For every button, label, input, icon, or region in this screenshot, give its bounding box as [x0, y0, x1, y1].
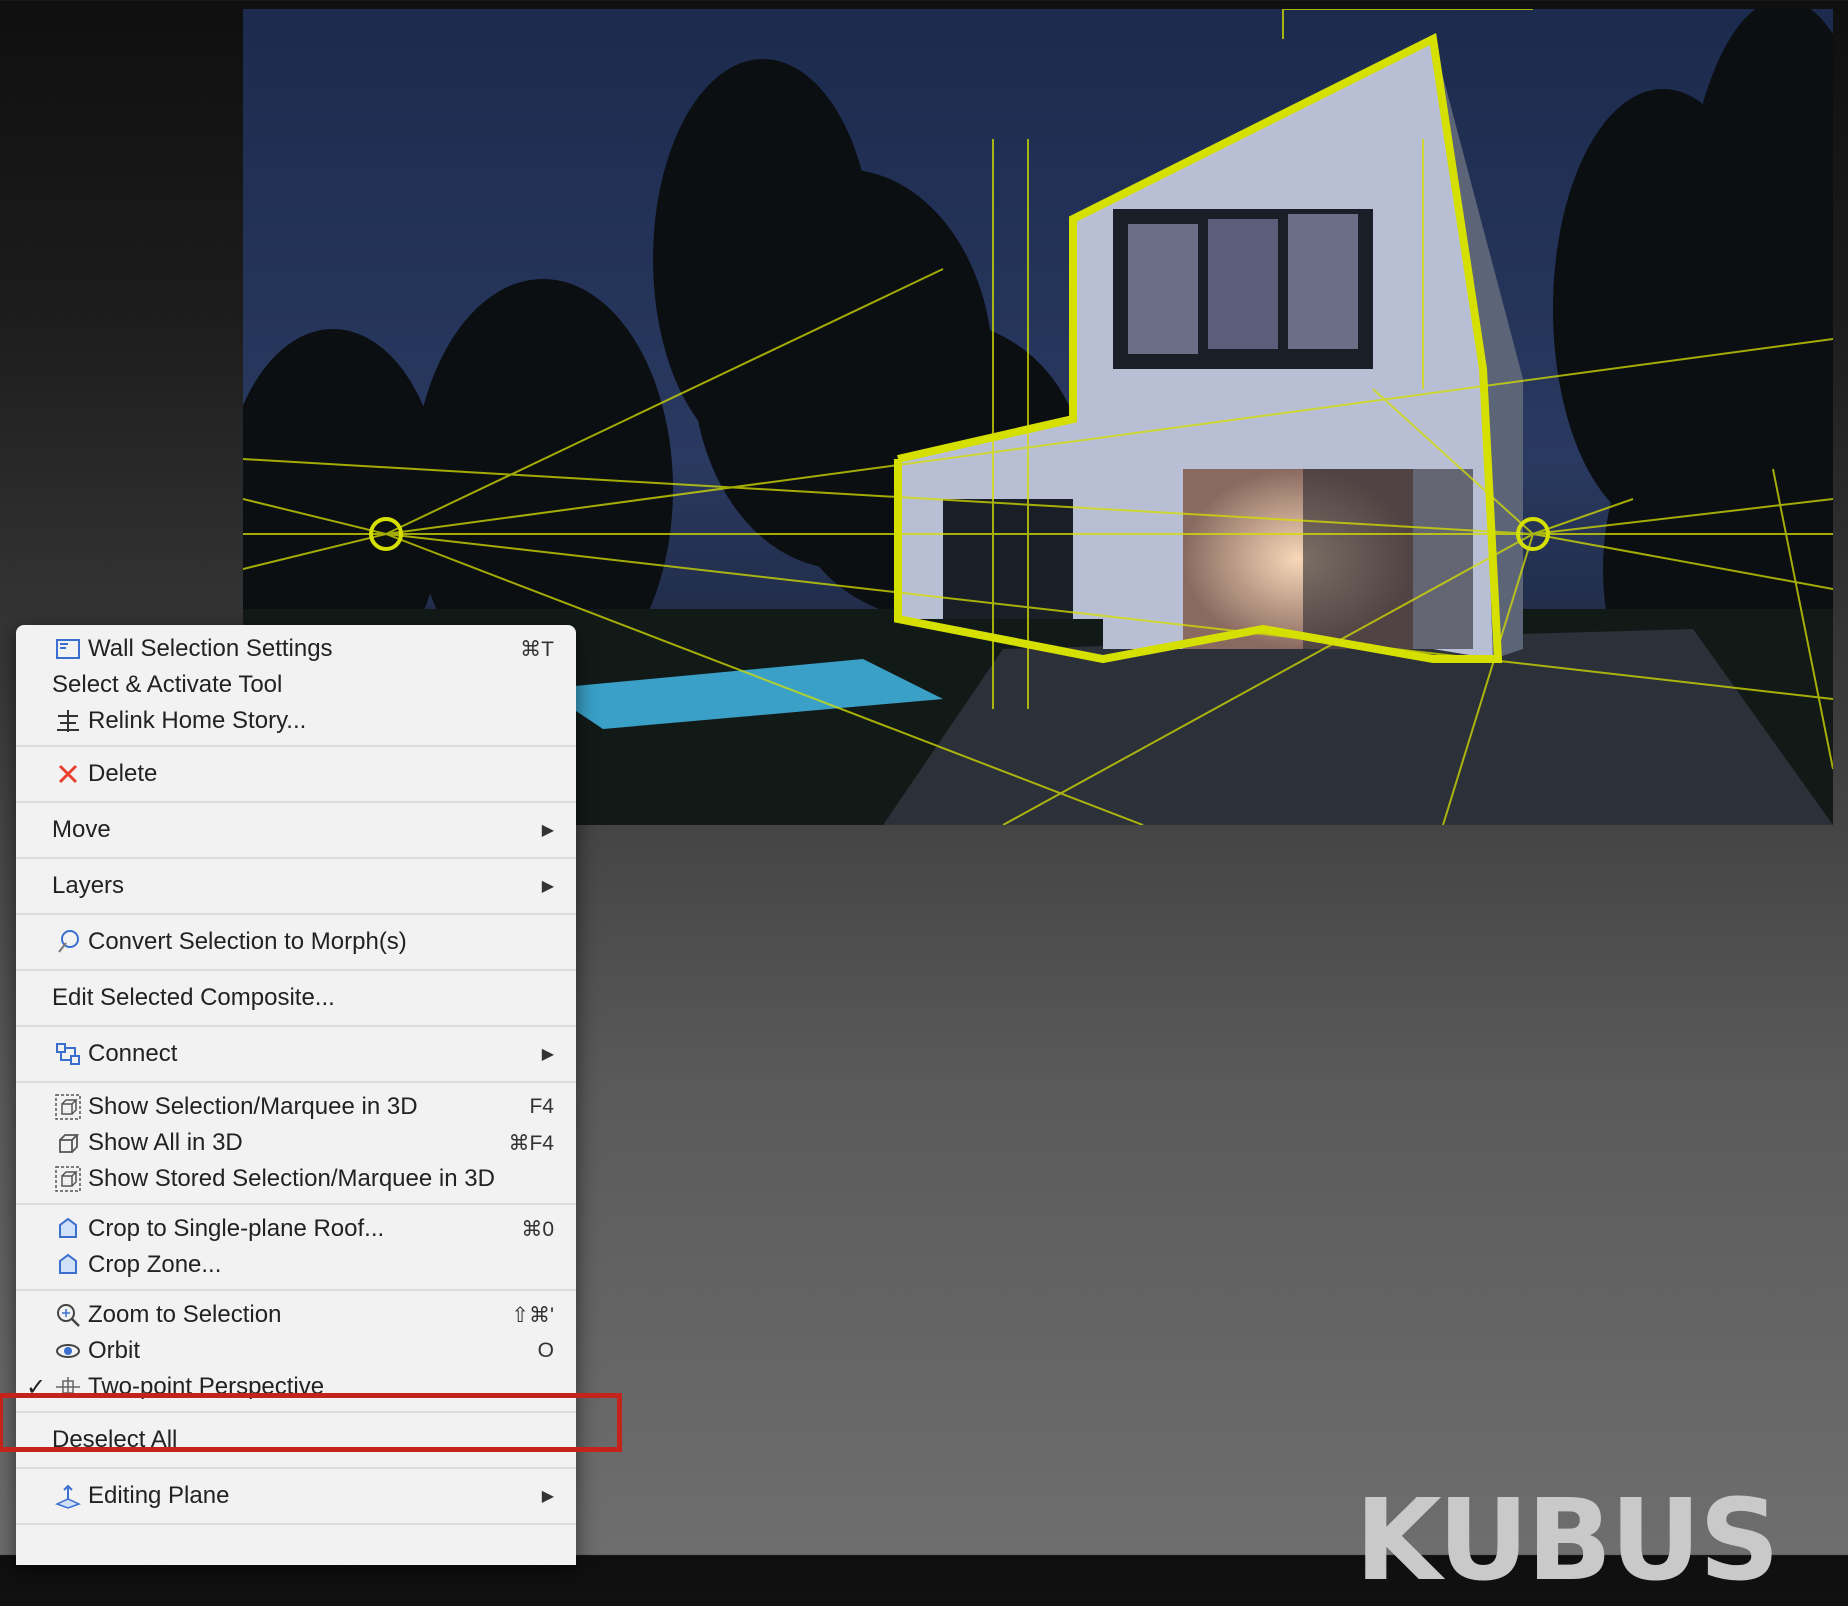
menu-group: Editing Plane ▶ — [16, 1469, 576, 1525]
menu-item-label: Editing Plane — [88, 1482, 230, 1509]
show-stored-3d-icon — [52, 1164, 84, 1194]
menu-item-label: Orbit — [88, 1337, 141, 1364]
menu-group: Wall Selection Settings ⌘T Select & Activa… — [16, 625, 576, 747]
menu-group: Connect ▶ — [16, 1027, 576, 1083]
menu-item-label: Layers — [52, 872, 125, 899]
menu-item-label: Show All in 3D — [88, 1129, 243, 1156]
crop-zone-icon — [52, 1250, 84, 1280]
menu-item-connect[interactable]: Connect ▶ — [16, 1033, 576, 1075]
menu-item-label: Move — [52, 816, 111, 843]
delete-x-icon — [52, 759, 84, 789]
menu-item-label: Crop to Single-plane Roof... — [88, 1215, 385, 1242]
crop-roof-icon — [52, 1214, 84, 1244]
submenu-arrow-icon: ▶ — [541, 878, 554, 895]
submenu-arrow-icon: ▶ — [541, 1488, 554, 1505]
menu-item-label: Show Stored Selection/Marquee in 3D — [88, 1165, 495, 1192]
menu-item-label: Wall Selection Settings — [88, 635, 333, 662]
show-selection-3d-icon — [52, 1092, 84, 1122]
menu-item-label: Delete — [88, 760, 158, 787]
submenu-arrow-icon: ▶ — [541, 1046, 554, 1063]
menu-group: Crop to Single-plane Roof... ⌘0 Crop Zone.… — [16, 1205, 576, 1291]
shortcut-label: ⌘T — [520, 637, 554, 661]
menu-item-label: Convert Selection to Morph(s) — [88, 928, 407, 955]
menu-item-wall-selection-settings[interactable]: Wall Selection Settings ⌘T — [16, 631, 576, 667]
show-all-3d-icon — [52, 1128, 84, 1158]
shortcut-label: ⌘F4 — [508, 1131, 554, 1155]
menu-group: Layers ▶ — [16, 859, 576, 915]
menu-item-label: Edit Selected Composite... — [52, 984, 335, 1011]
menu-item-zoom-to-selection[interactable]: Zoom to Selection ⇧⌘' — [16, 1297, 576, 1333]
morph-icon — [52, 927, 84, 957]
menu-group: Delete — [16, 747, 576, 803]
menu-item-layers[interactable]: Layers ▶ — [16, 865, 576, 907]
menu-item-delete[interactable]: Delete — [16, 753, 576, 795]
menu-item-label: Select & Activate Tool — [52, 671, 283, 698]
menu-item-orbit[interactable]: Orbit O — [16, 1333, 576, 1369]
menu-item-show-selection-marquee-in-3d[interactable]: Show Selection/Marquee in 3D F4 — [16, 1089, 576, 1125]
menu-item-show-all-in-3d[interactable]: Show All in 3D ⌘F4 — [16, 1125, 576, 1161]
wall-settings-icon — [52, 634, 84, 664]
menu-item-crop-zone[interactable]: Crop Zone... — [16, 1247, 576, 1283]
menu-item-label: Relink Home Story... — [88, 707, 307, 734]
menu-item-convert-selection-to-morph-s[interactable]: Convert Selection to Morph(s) — [16, 921, 576, 963]
highlight-box — [0, 1393, 622, 1452]
submenu-arrow-icon: ▶ — [541, 822, 554, 839]
menu-item-crop-to-single-plane-roof[interactable]: Crop to Single-plane Roof... ⌘0 — [16, 1211, 576, 1247]
menu-group: Move ▶ — [16, 803, 576, 859]
shortcut-label: F4 — [529, 1095, 554, 1118]
menu-item-label: Zoom to Selection — [88, 1301, 282, 1328]
menu-group: Convert Selection to Morph(s) — [16, 915, 576, 971]
menu-item-move[interactable]: Move ▶ — [16, 809, 576, 851]
connect-icon — [52, 1039, 84, 1069]
menu-item-show-stored-selection-marquee-in-3d[interactable]: Show Stored Selection/Marquee in 3D — [16, 1161, 576, 1197]
menu-item-label: Connect — [88, 1040, 178, 1067]
editing-plane-icon — [52, 1481, 84, 1511]
menu-group: Show Selection/Marquee in 3D F4 Show All i… — [16, 1083, 576, 1205]
menu-item-editing-plane[interactable]: Editing Plane ▶ — [16, 1475, 576, 1517]
menu-item-select-activate-tool[interactable]: Select & Activate Tool — [16, 667, 576, 703]
shortcut-label: ⌘0 — [521, 1217, 554, 1241]
brand-logo: KUBUS — [1355, 1476, 1780, 1606]
menu-item-label: Show Selection/Marquee in 3D — [88, 1093, 418, 1120]
orbit-icon — [52, 1336, 84, 1366]
menu-group: Edit Selected Composite... — [16, 971, 576, 1027]
menu-item-edit-selected-composite[interactable]: Edit Selected Composite... — [16, 977, 576, 1019]
relink-story-icon — [52, 706, 84, 736]
menu-item-label: Crop Zone... — [88, 1251, 222, 1278]
menu-item-relink-home-story[interactable]: Relink Home Story... — [16, 703, 576, 739]
zoom-selection-icon — [52, 1300, 84, 1330]
shortcut-label: ⇧⌘' — [511, 1303, 554, 1327]
shortcut-label: O — [537, 1339, 554, 1362]
